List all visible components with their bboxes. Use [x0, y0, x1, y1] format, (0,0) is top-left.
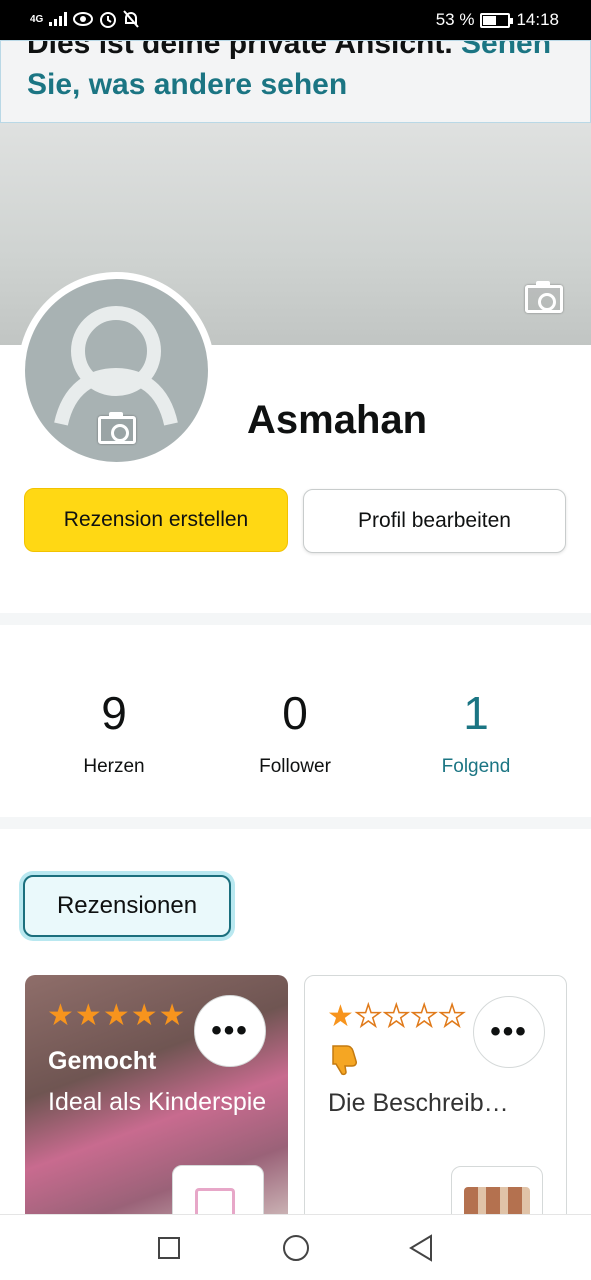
- system-navigation-bar: [0, 1214, 591, 1280]
- edit-profile-button[interactable]: Profil bearbeiten: [303, 489, 566, 553]
- stat-followers-label: Follower: [259, 756, 331, 777]
- thumbs-down-icon: [329, 1044, 359, 1083]
- bell-off-icon: [123, 10, 140, 28]
- recent-apps-icon[interactable]: [158, 1237, 180, 1259]
- star-empty-icon: ★: [382, 1000, 410, 1033]
- home-icon[interactable]: [283, 1235, 309, 1261]
- network-type: 4G: [30, 13, 44, 25]
- tab-reviews[interactable]: Rezensionen: [23, 875, 231, 937]
- stat-following-value: 1: [463, 687, 489, 739]
- stat-hearts-value: 9: [101, 687, 127, 739]
- alarm-icon: [100, 12, 117, 28]
- stat-following-label: Folgend: [441, 756, 511, 777]
- avatar-camera-icon[interactable]: [98, 412, 136, 444]
- section-divider: [0, 613, 591, 625]
- back-icon[interactable]: [408, 1234, 434, 1262]
- more-options-button[interactable]: •••: [194, 995, 266, 1067]
- star-filled-icon: ★: [327, 1000, 354, 1033]
- notice-text: Dies ist deine private Ansicht. Sehen Si…: [27, 40, 572, 105]
- review-card[interactable]: ★ ★ ★ ★ ★ ••• Die Beschreib…: [304, 975, 567, 1235]
- stat-hearts[interactable]: 9 Herzen: [24, 690, 204, 778]
- section-divider: [0, 817, 591, 829]
- review-body: Die Beschreib…: [328, 1089, 509, 1117]
- star-filled-icon: ★: [74, 999, 102, 1032]
- notice-message: Dies ist deine private Ansicht.: [27, 40, 453, 60]
- stat-followers[interactable]: 0 Follower: [205, 690, 385, 778]
- stat-hearts-label: Herzen: [83, 756, 145, 777]
- status-icons-left: 4G: [30, 10, 140, 28]
- signal-icon: [49, 12, 68, 26]
- status-bar: 4G 53 % 14:18: [0, 0, 591, 40]
- status-icons-right: 53 % 14:18: [436, 10, 559, 30]
- stat-followers-value: 0: [282, 687, 308, 739]
- more-options-button[interactable]: •••: [473, 996, 545, 1068]
- create-review-button[interactable]: Rezension erstellen: [24, 488, 288, 552]
- review-title: Gemocht: [48, 1047, 157, 1075]
- star-empty-icon: ★: [410, 1000, 438, 1033]
- profile-name: Asmahan: [247, 398, 428, 442]
- clock: 14:18: [516, 10, 559, 29]
- stat-following[interactable]: 1 Folgend: [386, 690, 566, 778]
- eye-icon: [73, 12, 94, 26]
- private-view-notice: Dies ist deine private Ansicht. Sehen Si…: [0, 40, 591, 123]
- battery-icon: [480, 12, 514, 28]
- battery-fill: [483, 15, 497, 25]
- star-rating: ★ ★ ★ ★ ★: [47, 1001, 186, 1031]
- cover-camera-icon[interactable]: [525, 281, 563, 313]
- star-filled-icon: ★: [130, 999, 158, 1032]
- review-body: Ideal als Kinderspie: [48, 1088, 267, 1116]
- star-filled-icon: ★: [47, 999, 74, 1032]
- star-filled-icon: ★: [158, 999, 186, 1032]
- review-card[interactable]: ★ ★ ★ ★ ★ ••• Gemocht Ideal als Kinderspie: [25, 975, 288, 1235]
- star-empty-icon: ★: [438, 1000, 466, 1033]
- star-rating: ★ ★ ★ ★ ★: [327, 1000, 466, 1033]
- star-empty-icon: ★: [354, 1000, 382, 1033]
- star-filled-icon: ★: [102, 999, 130, 1032]
- battery-percent: 53 %: [435, 10, 475, 29]
